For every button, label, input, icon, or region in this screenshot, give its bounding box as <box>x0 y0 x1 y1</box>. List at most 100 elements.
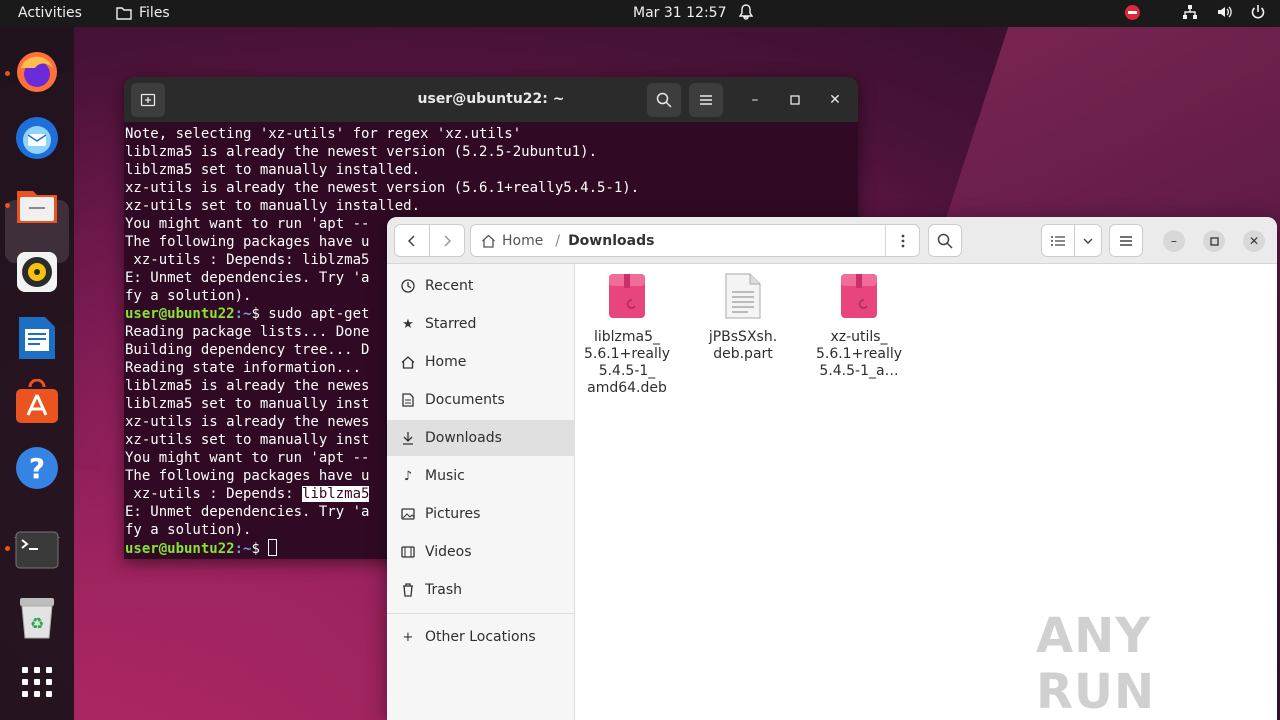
maximize-button[interactable] <box>784 89 806 111</box>
sidebar-item-downloads[interactable]: Downloads <box>387 420 575 456</box>
path-current-folder[interactable]: Downloads <box>568 233 654 249</box>
sidebar-item-pictures[interactable]: Pictures <box>387 496 575 532</box>
prompt-user: user@ubuntu22 <box>125 541 235 557</box>
activities-button[interactable]: Activities <box>18 5 82 21</box>
sidebar-item-label: Pictures <box>425 506 481 522</box>
bell-icon <box>738 4 754 24</box>
sidebar-item-music[interactable]: ♪ Music <box>387 458 575 494</box>
anyrun-watermark: ANY RUN <box>1036 608 1156 720</box>
home-icon <box>482 234 495 248</box>
prompt-path: :~ <box>234 306 252 322</box>
file-item[interactable]: jPBsSXsh. deb.part <box>688 272 798 363</box>
chevron-right-icon <box>444 234 452 247</box>
files-menu-button[interactable] <box>1109 224 1143 257</box>
minimize-button[interactable]: – <box>744 89 766 111</box>
sidebar-item-label: Trash <box>425 582 462 598</box>
top-bar: Activities Files Mar 31 12:57 <box>0 0 1280 27</box>
network-icon <box>1183 5 1197 19</box>
terminal-search-button[interactable] <box>647 83 681 117</box>
download-icon <box>400 430 416 446</box>
minimize-icon: – <box>751 92 759 108</box>
back-button[interactable] <box>394 224 430 257</box>
file-item[interactable]: liblzma5_ 5.6.1+really 5.4.5-1_ amd64.de… <box>572 272 682 397</box>
home-icon <box>400 354 416 370</box>
vertical-dots-icon <box>901 234 904 247</box>
file-name: liblzma5_ 5.6.1+really 5.4.5-1_ amd64.de… <box>583 329 671 396</box>
maximize-button[interactable] <box>1203 230 1225 252</box>
prompt-symbol: $ <box>251 306 260 322</box>
thunderbird-icon[interactable] <box>12 113 62 163</box>
picture-icon <box>400 506 416 522</box>
volume-icon <box>1218 6 1232 18</box>
clock-icon <box>400 278 416 294</box>
stop-recording-icon[interactable] <box>1125 4 1140 20</box>
sidebar-item-videos[interactable]: Videos <box>387 534 575 570</box>
path-menu-button[interactable] <box>885 225 919 256</box>
file-item[interactable]: xz-utils_ 5.6.1+really 5.4.5-1_a… <box>804 272 914 380</box>
path-separator: / <box>555 232 561 249</box>
prompt-path: :~ <box>234 541 252 557</box>
prompt-symbol: $ <box>251 541 260 557</box>
terminal-line: xz-utils is already the newest version (… <box>125 180 640 196</box>
path-bar[interactable]: Home / Downloads <box>470 224 920 257</box>
chevron-down-icon <box>1083 238 1093 244</box>
files-icon[interactable] <box>12 180 62 230</box>
sidebar-item-trash[interactable]: Trash <box>387 572 575 608</box>
plus-icon: + <box>402 629 414 645</box>
sidebar-item-other-locations[interactable]: + Other Locations <box>387 619 575 655</box>
sidebar-item-label: Recent <box>425 278 474 294</box>
close-button[interactable]: ✕ <box>1243 230 1265 252</box>
terminal-menu-button[interactable] <box>689 83 723 117</box>
running-indicator <box>5 203 10 208</box>
terminal-line: Note, selecting 'xz-utils' for regex 'xz… <box>125 126 522 142</box>
sidebar-separator <box>387 613 575 614</box>
terminal-line: liblzma5 set to manually installed. <box>125 162 421 178</box>
libreoffice-writer-icon[interactable] <box>12 313 62 363</box>
hamburger-menu-icon <box>700 95 712 105</box>
command-text: sudo apt-get <box>259 306 370 322</box>
app-menu[interactable]: Files <box>116 5 170 21</box>
view-list-button[interactable] <box>1041 224 1075 257</box>
maximize-icon <box>1209 236 1219 246</box>
firefox-icon[interactable] <box>12 47 62 97</box>
sidebar-item-documents[interactable]: Documents <box>387 382 575 418</box>
maximize-icon <box>790 95 800 105</box>
sidebar-item-label: Music <box>425 468 465 484</box>
system-tray[interactable] <box>1125 4 1266 20</box>
files-headerbar[interactable]: Home / Downloads – ✕ <box>387 217 1277 264</box>
sidebar-item-recent[interactable]: Recent <box>387 268 575 304</box>
power-icon <box>1251 5 1265 19</box>
app-menu-label: Files <box>139 5 170 21</box>
document-icon <box>400 392 416 408</box>
trash-icon[interactable]: ♻ <box>12 593 62 643</box>
clock[interactable]: Mar 31 12:57 <box>633 5 726 21</box>
music-icon: ♪ <box>403 468 413 484</box>
help-icon[interactable]: ? <box>12 443 62 493</box>
show-applications-icon[interactable] <box>12 657 62 707</box>
hamburger-menu-icon <box>1120 235 1132 246</box>
close-button[interactable]: ✕ <box>824 89 846 111</box>
terminal-icon[interactable] <box>12 525 62 575</box>
forward-button[interactable] <box>429 224 465 257</box>
prompt-user: user@ubuntu22 <box>125 306 235 322</box>
rhythmbox-icon[interactable] <box>12 247 62 297</box>
files-search-button[interactable] <box>928 224 962 257</box>
terminal-headerbar[interactable]: user@ubuntu22: ~ – ✕ <box>124 77 858 122</box>
ubuntu-software-icon[interactable] <box>12 377 62 427</box>
terminal-line: xz-utils set to manually installed. <box>125 198 421 214</box>
path-home-button[interactable]: Home <box>481 233 543 249</box>
minimize-button[interactable]: – <box>1163 230 1185 252</box>
text-cursor <box>268 539 278 556</box>
chevron-left-icon <box>407 234 415 247</box>
sidebar-item-home[interactable]: Home <box>387 344 575 380</box>
selected-text: liblzma5 <box>302 486 370 502</box>
terminal-line: liblzma5 is already the newest version (… <box>125 144 598 160</box>
view-options-button[interactable] <box>1074 224 1102 257</box>
sidebar-item-label: Videos <box>425 544 472 560</box>
sidebar-item-starred[interactable]: ★ Starred <box>387 306 575 342</box>
sidebar-item-label: Starred <box>425 316 477 332</box>
sidebar-item-label: Documents <box>425 392 505 408</box>
svg-text:?: ? <box>29 452 45 485</box>
star-icon: ★ <box>402 316 414 332</box>
close-icon: ✕ <box>829 92 841 108</box>
